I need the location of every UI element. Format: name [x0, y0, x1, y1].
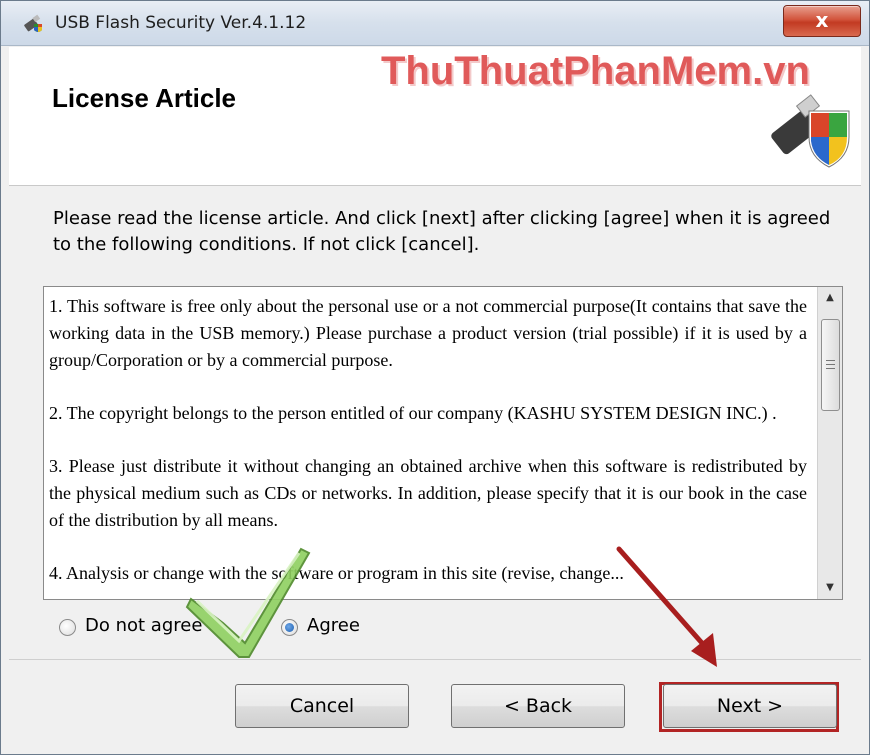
- back-button[interactable]: < Back: [451, 684, 625, 728]
- license-textbox[interactable]: 1. This software is free only about the …: [43, 286, 843, 600]
- window-title: USB Flash Security Ver.4.1.12: [55, 13, 307, 33]
- license-paragraph: 3. Please just distribute it without cha…: [49, 456, 807, 530]
- chevron-down-icon[interactable]: ▼: [818, 577, 842, 599]
- cancel-button[interactable]: Cancel: [235, 684, 409, 728]
- radio-button[interactable]: [59, 619, 76, 636]
- license-paragraph: 1. This software is free only about the …: [49, 296, 807, 370]
- license-paragraph: 4. Analysis or change with the software …: [49, 563, 624, 583]
- vertical-scrollbar[interactable]: ▲ ▼: [817, 287, 842, 599]
- usb-shield-icon: [771, 94, 850, 168]
- header-panel: ThuThuatPhanMem.vn License Article: [9, 47, 861, 186]
- radio-button[interactable]: [281, 619, 298, 636]
- scroll-thumb[interactable]: [821, 319, 840, 411]
- license-paragraph: 2. The copyright belongs to the person e…: [49, 403, 777, 423]
- grip-icon: [826, 360, 835, 369]
- radio-agree[interactable]: Agree: [281, 615, 391, 642]
- chevron-up-icon[interactable]: ▲: [818, 287, 842, 309]
- installer-window: USB Flash Security Ver.4.1.12 x ThuThuat…: [0, 0, 870, 755]
- license-text: 1. This software is free only about the …: [49, 293, 807, 599]
- usb-shield-icon: [24, 14, 42, 32]
- title-bar[interactable]: USB Flash Security Ver.4.1.12 x: [1, 1, 869, 46]
- content-area: Please read the license article. And cli…: [9, 186, 861, 656]
- next-button[interactable]: Next >: [663, 684, 837, 728]
- radio-label: Agree: [307, 615, 360, 636]
- radio-do-not-agree[interactable]: Do not agree: [59, 615, 239, 642]
- button-bar: Cancel < Back Next >: [9, 659, 861, 750]
- close-button[interactable]: x: [783, 5, 861, 37]
- radio-label: Do not agree: [85, 615, 203, 636]
- instructions-text: Please read the license article. And cli…: [53, 208, 831, 255]
- watermark: ThuThuatPhanMem.vn: [381, 49, 810, 93]
- page-title: License Article: [52, 83, 237, 113]
